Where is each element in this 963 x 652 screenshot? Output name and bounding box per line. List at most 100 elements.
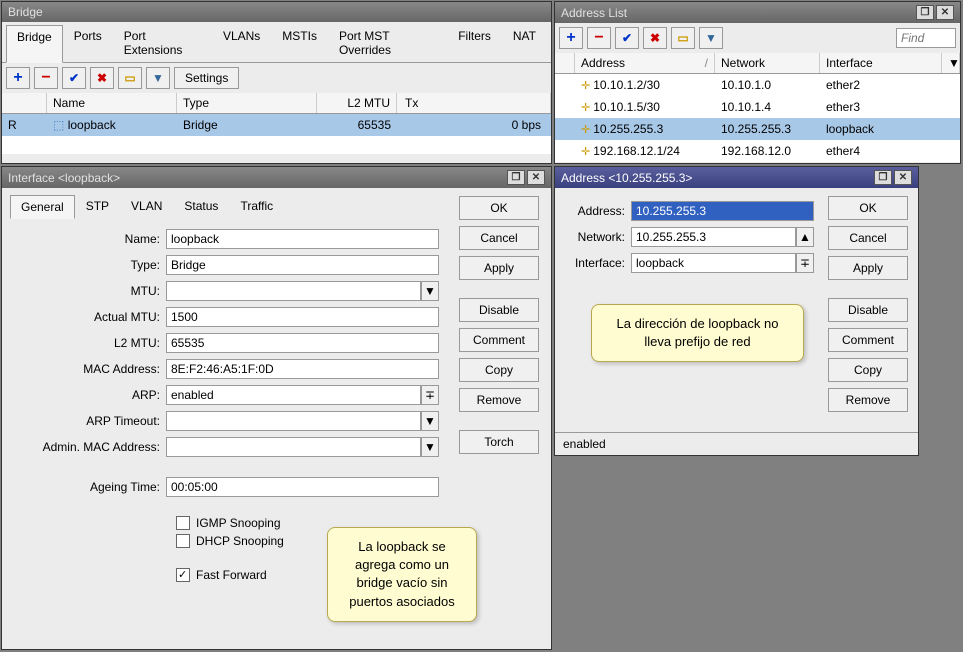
disable-button[interactable]: ✖ [643, 27, 667, 49]
remove-button[interactable]: Remove [459, 388, 539, 412]
tab-mstis[interactable]: MSTIs [271, 24, 328, 62]
label-network: Network: [561, 230, 631, 244]
dhcp-checkbox[interactable] [176, 534, 190, 548]
bridge-row[interactable]: R ⬚ loopback Bridge 65535 0 bps [2, 114, 551, 136]
tab-filters[interactable]: Filters [447, 24, 502, 62]
tab-status[interactable]: Status [173, 194, 229, 218]
tab-stp[interactable]: STP [75, 194, 120, 218]
settings-button[interactable]: Settings [174, 67, 239, 89]
find-input[interactable] [896, 28, 956, 48]
apply-button[interactable]: Apply [828, 256, 908, 280]
arp-timeout-input[interactable] [166, 411, 421, 431]
filter-button[interactable]: ▼ [146, 67, 170, 89]
tab-general[interactable]: General [10, 195, 75, 219]
tab-bridge[interactable]: Bridge [6, 25, 63, 63]
col-name[interactable]: Name [47, 93, 177, 113]
restore-icon[interactable]: ❐ [507, 170, 525, 185]
interface-tabs: General STP VLAN Status Traffic [6, 192, 447, 218]
bridge-titlebar: Bridge [2, 2, 551, 22]
l2mtu-input [166, 333, 439, 353]
arp-input[interactable] [166, 385, 421, 405]
remove-button[interactable]: Remove [828, 388, 908, 412]
fast-checkbox[interactable] [176, 568, 190, 582]
col-network[interactable]: Network [715, 53, 820, 73]
close-icon[interactable]: ✕ [936, 5, 954, 20]
address-row[interactable]: ✛10.10.1.5/3010.10.1.4ether3 [555, 96, 960, 118]
enable-button[interactable]: ✔ [615, 27, 639, 49]
close-icon[interactable]: ✕ [527, 170, 545, 185]
restore-icon[interactable]: ❐ [916, 5, 934, 20]
admin-mac-dropdown[interactable]: ▼ [421, 437, 439, 457]
comment-button[interactable]: ▭ [671, 27, 695, 49]
remove-button[interactable]: − [34, 67, 58, 89]
label-type: Type: [6, 258, 166, 272]
label-l2mtu: L2 MTU: [6, 336, 166, 350]
tab-ports[interactable]: Ports [63, 24, 113, 62]
igmp-checkbox[interactable] [176, 516, 190, 530]
restore-icon[interactable]: ❐ [874, 170, 892, 185]
arp-timeout-dropdown[interactable]: ▼ [421, 411, 439, 431]
enable-button[interactable]: ✔ [62, 67, 86, 89]
col-tx[interactable]: Tx [397, 93, 551, 113]
mtu-dropdown[interactable]: ▼ [421, 281, 439, 301]
tab-mst-over[interactable]: Port MST Overrides [328, 24, 447, 62]
name-input[interactable] [166, 229, 439, 249]
interface-input[interactable] [631, 253, 796, 273]
cancel-button[interactable]: Cancel [459, 226, 539, 250]
comment-button[interactable]: Comment [459, 328, 539, 352]
address-row[interactable]: ✛10.255.255.310.255.255.3loopback [555, 118, 960, 140]
copy-button[interactable]: Copy [828, 358, 908, 382]
label-address: Address: [561, 204, 631, 218]
tab-vlans[interactable]: VLANs [212, 24, 271, 62]
address-row[interactable]: ✛192.168.12.1/24192.168.12.0ether4 [555, 140, 960, 162]
address-title: Address <10.255.255.3> [561, 171, 874, 185]
igmp-label: IGMP Snooping [196, 516, 281, 530]
add-button[interactable]: + [6, 67, 30, 89]
address-icon: ✛ [581, 80, 590, 92]
col-type[interactable]: Type [177, 93, 317, 113]
interface-title: Interface <loopback> [8, 171, 507, 185]
interface-dropdown[interactable]: ∓ [796, 253, 814, 273]
col-l2mtu[interactable]: L2 MTU [317, 93, 397, 113]
mtu-input[interactable] [166, 281, 421, 301]
disable-button[interactable]: Disable [459, 298, 539, 322]
ageing-input[interactable] [166, 477, 439, 497]
comment-button[interactable]: ▭ [118, 67, 142, 89]
label-ageing: Ageing Time: [6, 480, 166, 494]
admin-mac-input[interactable] [166, 437, 421, 457]
tab-port-ext[interactable]: Port Extensions [113, 24, 212, 62]
arp-dropdown[interactable]: ∓ [421, 385, 439, 405]
tab-vlan[interactable]: VLAN [120, 194, 173, 218]
label-arp: ARP: [6, 388, 166, 402]
label-actual-mtu: Actual MTU: [6, 310, 166, 324]
disable-button[interactable]: Disable [828, 298, 908, 322]
copy-button[interactable]: Copy [459, 358, 539, 382]
ok-button[interactable]: OK [459, 196, 539, 220]
address-callout: La dirección de loopback no lleva prefij… [591, 304, 804, 362]
cancel-button[interactable]: Cancel [828, 226, 908, 250]
ok-button[interactable]: OK [828, 196, 908, 220]
disable-button[interactable]: ✖ [90, 67, 114, 89]
col-menu[interactable]: ▼ [942, 53, 960, 73]
network-up[interactable]: ▲ [796, 227, 814, 247]
remove-button[interactable]: − [587, 27, 611, 49]
filter-button[interactable]: ▼ [699, 27, 723, 49]
comment-button[interactable]: Comment [828, 328, 908, 352]
close-icon[interactable]: ✕ [894, 170, 912, 185]
col-interface[interactable]: Interface [820, 53, 942, 73]
torch-button[interactable]: Torch [459, 430, 539, 454]
address-input[interactable]: 10.255.255.3 [631, 201, 814, 221]
fast-label: Fast Forward [196, 568, 267, 582]
tab-traffic[interactable]: Traffic [229, 194, 284, 218]
label-arp-timeout: ARP Timeout: [6, 414, 166, 428]
add-button[interactable]: + [559, 27, 583, 49]
tab-nat[interactable]: NAT [502, 24, 547, 62]
col-address[interactable]: Address / [575, 53, 715, 73]
actual-mtu-input [166, 307, 439, 327]
address-row[interactable]: ✛10.10.1.2/3010.10.1.0ether2 [555, 74, 960, 96]
network-input[interactable] [631, 227, 796, 247]
bridge-tabs: Bridge Ports Port Extensions VLANs MSTIs… [2, 22, 551, 63]
bridge-icon: ⬚ [53, 118, 64, 132]
bridge-toolbar: + − ✔ ✖ ▭ ▼ Settings [2, 63, 551, 93]
apply-button[interactable]: Apply [459, 256, 539, 280]
